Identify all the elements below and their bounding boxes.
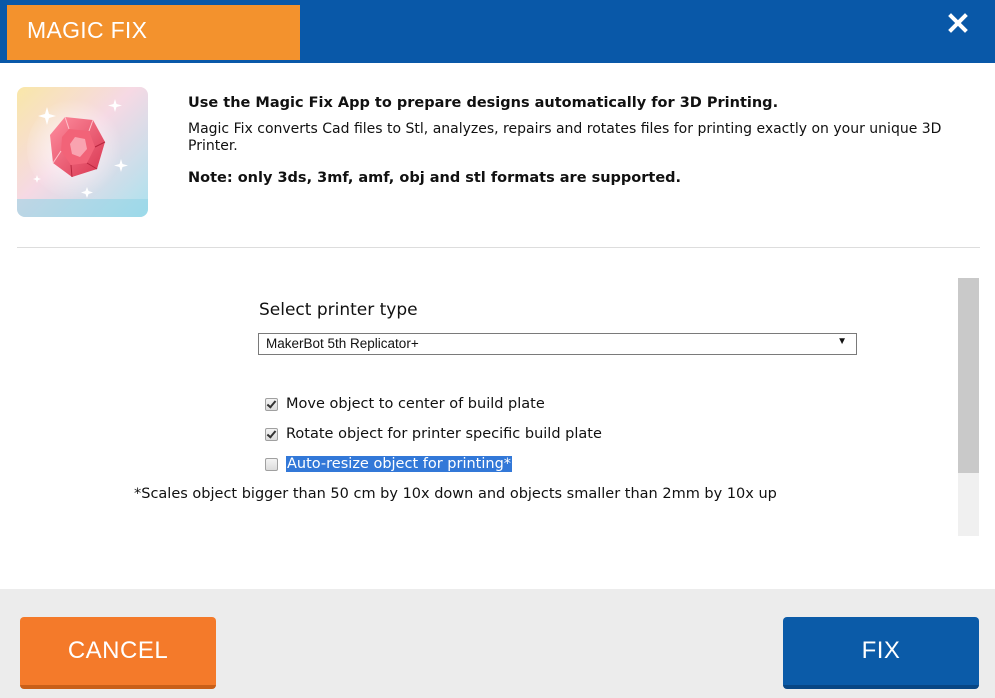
magic-fix-dialog: MAGIC FIX Use the Magic Fix App to prepa…	[0, 0, 995, 698]
auto-resize-label[interactable]: Auto-resize object for printing*	[286, 456, 513, 472]
checkbox-row-autoresize[interactable]: Auto-resize object for printing*	[265, 454, 513, 474]
printer-type-select[interactable]: MakerBot 5th Replicator+ ▼	[258, 333, 857, 355]
magic-gem-icon	[17, 87, 148, 217]
title-block: MAGIC FIX	[7, 5, 300, 60]
fix-button[interactable]: FIX	[783, 617, 979, 689]
options-panel: Select printer type MakerBot 5th Replica…	[0, 270, 958, 540]
rotate-object-checkbox[interactable]	[265, 427, 278, 441]
scale-footnote: *Scales object bigger than 50 cm by 10x …	[134, 486, 777, 502]
move-center-checkbox[interactable]	[265, 397, 278, 411]
dropdown-arrow-icon: ▼	[837, 336, 847, 347]
close-x-icon	[948, 13, 968, 33]
select-printer-label: Select printer type	[259, 300, 418, 320]
rotate-object-label[interactable]: Rotate object for printer specific build…	[286, 426, 602, 442]
move-center-label[interactable]: Move object to center of build plate	[286, 396, 545, 412]
checkbox-row-center[interactable]: Move object to center of build plate	[265, 394, 545, 414]
format-note: Note: only 3ds, 3mf, amf, obj and stl fo…	[188, 170, 682, 186]
dialog-header: MAGIC FIX	[0, 0, 995, 63]
checkbox-row-rotate[interactable]: Rotate object for printer specific build…	[265, 424, 602, 444]
dialog-title: MAGIC FIX	[27, 17, 148, 43]
cancel-button[interactable]: CANCEL	[20, 617, 216, 689]
auto-resize-checkbox[interactable]	[265, 457, 278, 471]
intro-headline: Use the Magic Fix App to prepare designs…	[188, 95, 779, 111]
printer-select-value: MakerBot 5th Replicator+	[266, 336, 419, 351]
options-scrollbar[interactable]	[958, 278, 979, 536]
scrollbar-thumb[interactable]	[958, 278, 979, 473]
divider	[17, 247, 980, 248]
close-button[interactable]	[943, 8, 973, 38]
intro-section: Use the Magic Fix App to prepare designs…	[188, 94, 958, 187]
intro-description: Magic Fix converts Cad files to Stl, ana…	[188, 121, 942, 154]
